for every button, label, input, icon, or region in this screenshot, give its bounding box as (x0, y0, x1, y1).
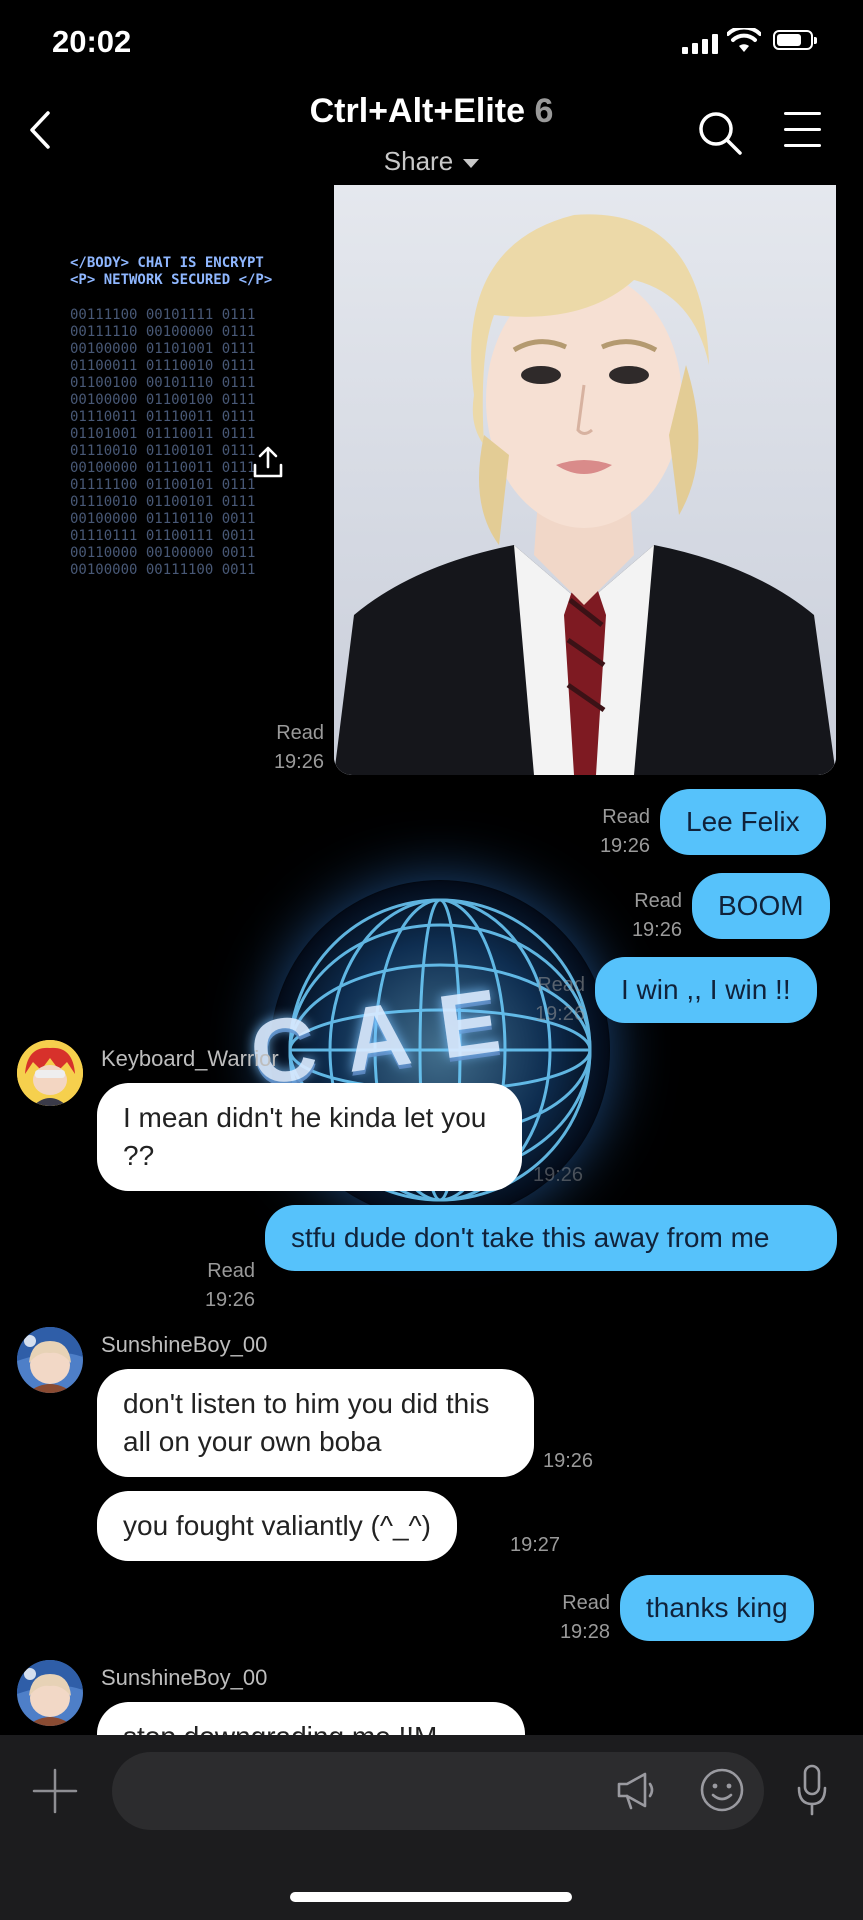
chat-wallpaper-terminal: </BODY> CHAT IS ENCRYPT <P> NETWORK SECU… (70, 255, 335, 580)
shared-photo[interactable] (334, 185, 836, 775)
message-time: 19:26 (273, 751, 324, 773)
search-icon[interactable] (697, 110, 743, 156)
message-bubble-outgoing[interactable]: thanks king (620, 1575, 814, 1641)
avatar[interactable] (17, 1660, 83, 1726)
message-meta: Read 19:26 (250, 719, 324, 777)
message-bubble-outgoing[interactable]: Lee Felix (660, 789, 826, 855)
read-receipt: Read (276, 722, 324, 744)
message-input-field[interactable] (112, 1752, 764, 1830)
message-time: 19:26 (543, 1450, 594, 1472)
message-meta: Read 19:26 (612, 887, 682, 945)
message-meta: Read 19:28 (540, 1589, 610, 1647)
message-time: 19:26 (533, 1164, 584, 1186)
message-time: 19:26 (631, 919, 682, 941)
sender-name: Keyboard_Warrior (101, 1046, 279, 1071)
message-time: 19:26 (534, 1003, 585, 1025)
message-bubble-outgoing[interactable]: I win ,, I win !! (595, 957, 817, 1023)
megaphone-icon[interactable] (615, 1770, 657, 1810)
message-bubble-incoming[interactable]: don't listen to him you did this all on … (97, 1369, 534, 1477)
read-receipt: Read (207, 1260, 255, 1282)
wifi-icon (727, 28, 761, 52)
message-meta: Read 19:26 (515, 971, 585, 1029)
emoji-icon[interactable] (699, 1767, 745, 1813)
battery-icon (773, 30, 817, 50)
plus-icon[interactable] (32, 1768, 78, 1814)
microphone-icon[interactable] (796, 1764, 828, 1816)
message-bubble-outgoing[interactable]: stfu dude don't take this away from me (265, 1205, 837, 1271)
message-time: 19:27 (510, 1534, 561, 1556)
terminal-line-2: <P> NETWORK SECURED </P> (70, 272, 273, 288)
message-meta: Read 19:26 (580, 803, 650, 861)
read-receipt: Read (562, 1592, 610, 1614)
member-count: 6 (534, 92, 554, 130)
read-receipt: Read (537, 974, 585, 996)
sender-name: SunshineBoy_00 (101, 1332, 268, 1357)
menu-icon[interactable] (784, 112, 821, 160)
group-name: Ctrl+Alt+Elite (309, 92, 525, 130)
terminal-line-1: </BODY> CHAT IS ENCRYPT (70, 255, 264, 271)
message-bubble-incoming[interactable]: you fought valiantly (^_^) (97, 1491, 457, 1561)
portrait-image (334, 185, 836, 775)
message-time: 19:28 (559, 1621, 610, 1643)
avatar[interactable] (17, 1040, 83, 1106)
upload-icon[interactable] (252, 445, 284, 479)
home-indicator[interactable] (290, 1892, 572, 1902)
signal-icon (682, 34, 720, 54)
read-receipt: Read (634, 890, 682, 912)
read-receipt: Read (602, 806, 650, 828)
status-time: 20:02 (52, 24, 132, 59)
share-label: Share (383, 146, 454, 176)
message-bubble-outgoing[interactable]: BOOM (692, 873, 830, 939)
message-time: 19:26 (599, 835, 650, 857)
message-meta: Read 19:26 (185, 1257, 255, 1315)
message-time: 19:26 (204, 1289, 255, 1311)
sender-name: SunshineBoy_00 (101, 1665, 268, 1690)
message-bubble-incoming[interactable]: I mean didn't he kinda let you ?? (97, 1083, 522, 1191)
avatar[interactable] (17, 1327, 83, 1393)
caret-down-icon (463, 158, 480, 168)
